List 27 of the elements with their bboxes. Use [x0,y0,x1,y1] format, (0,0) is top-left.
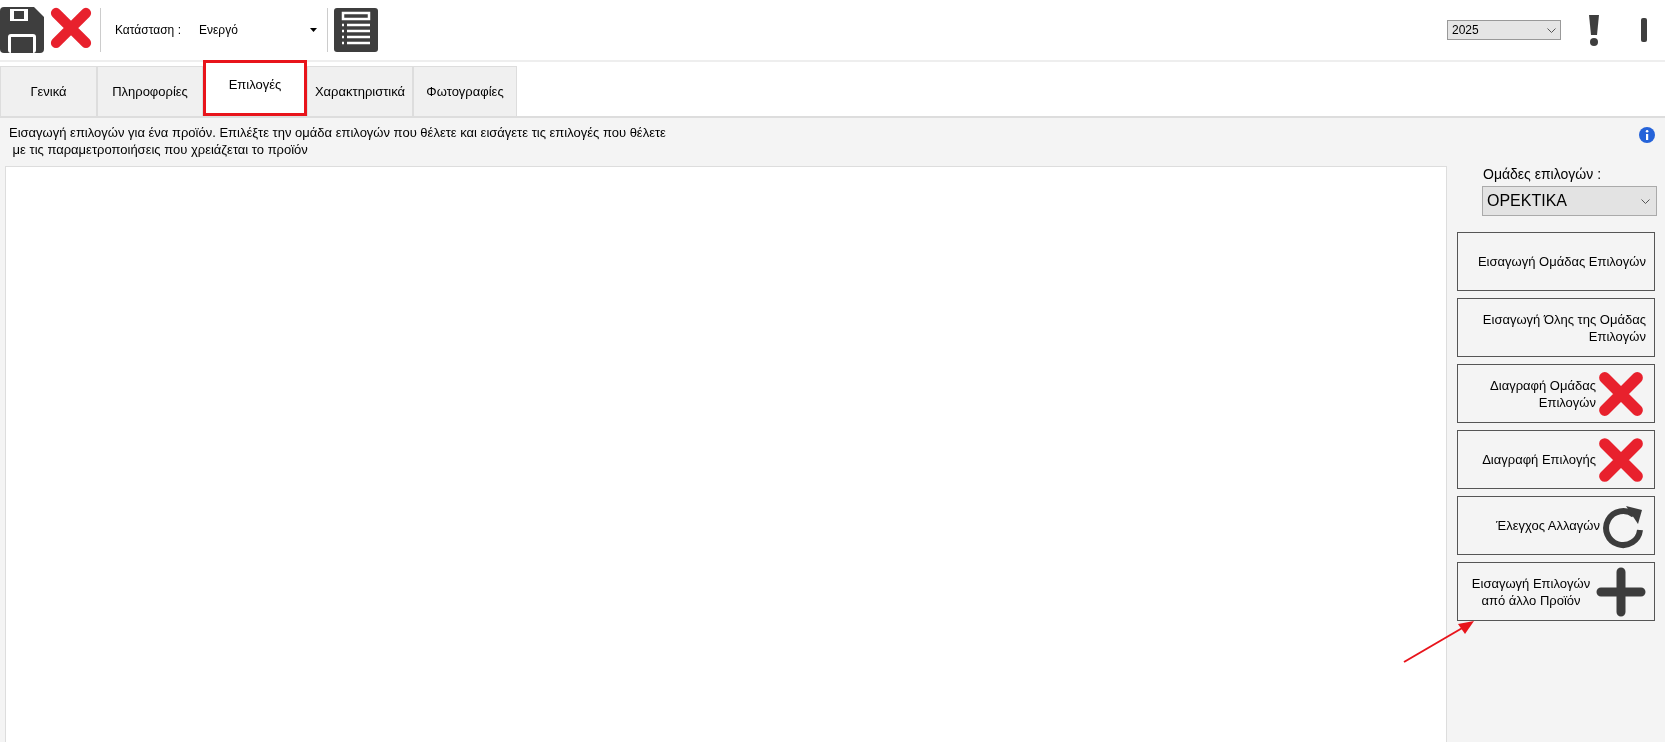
action-button[interactable]: Διαγραφή Ομάδας Επιλογών [1457,364,1655,423]
description-text: Εισαγωγή επιλογών για ένα προϊόν. Επιλέξτε την ομάδα επιλογών που θέλετε και εισάγετε τις επιλογές που θέλετε με τις παραμετροποιήσεις που χρειάζεται το προϊόν [9,124,666,159]
tab[interactable]: Γενικά [0,66,97,116]
close-icon [48,5,94,51]
year-dropdown[interactable]: 2025 [1447,20,1561,40]
action-button[interactable]: Εισαγωγή Ομάδας Επιλογών [1457,232,1655,291]
bar-icon[interactable] [1641,18,1647,42]
exclamation-icon[interactable] [1587,13,1601,47]
action-button[interactable]: Έλεγχος Αλλαγών [1457,496,1655,555]
tab[interactable]: Επιλογές [203,60,307,116]
status-dropdown[interactable]: Ενεργό [194,19,321,41]
list-icon[interactable] [333,8,378,52]
action-button[interactable]: Εισαγωγή Όλης της Ομάδας Επιλογών [1457,298,1655,357]
action-button[interactable]: Διαγραφή Επιλογής [1457,430,1655,489]
option-groups-label: Ομάδες επιλογών : [1483,166,1602,182]
action-button[interactable]: Εισαγωγή Επιλογών από άλλο Προϊόν [1457,562,1655,621]
plus-icon [1596,566,1646,617]
tab[interactable]: Χαρακτηριστικά [307,66,413,116]
tab[interactable]: Φωτογραφίες [413,66,517,116]
save-icon[interactable] [0,7,44,53]
option-group-dropdown[interactable]: OPEKTIKA [1482,186,1657,216]
tab[interactable]: Πληροφορίες [97,66,203,116]
caret-icon [309,28,317,32]
info-icon[interactable] [1639,127,1655,143]
chevron-down-icon [1641,198,1650,204]
status-label: Κατάσταση : [115,23,181,37]
chevron-down-icon [1547,27,1556,33]
